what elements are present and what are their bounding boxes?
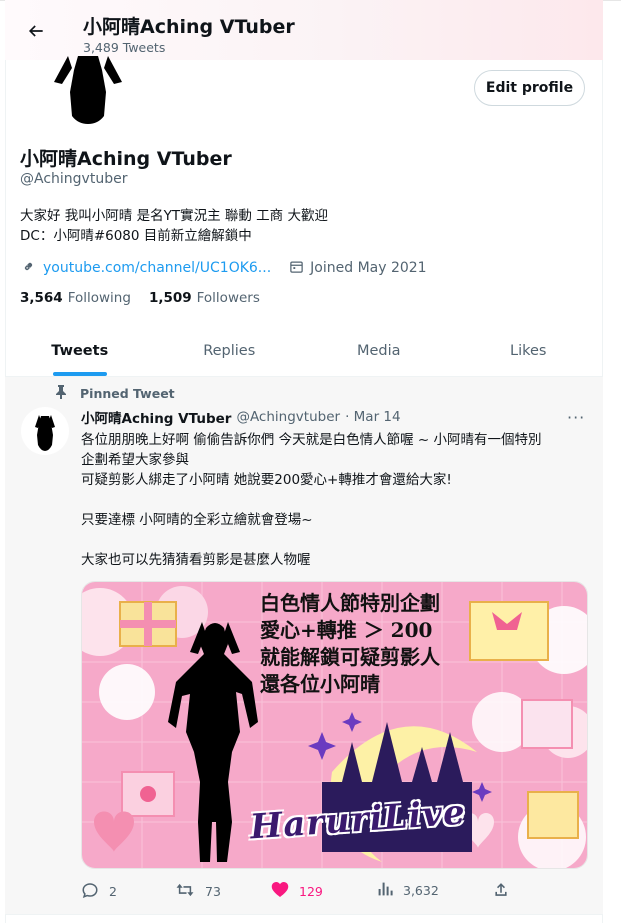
followers-link[interactable]: 1,509 Followers (149, 290, 260, 306)
like-button[interactable]: 129 (271, 881, 323, 901)
tweet-line: 可疑剪影人綁走了小阿晴 她說要200愛心+轉推才會還給大家! (81, 472, 452, 488)
tweet-header: 小阿晴Aching VTuber @Achingvtuber · Mar 14 (81, 407, 401, 427)
profile-bio: 大家好 我叫小阿晴 是名YT實況主 聯動 工商 大歡迎 DC：小阿晴#6080 … (20, 208, 328, 244)
following-link[interactable]: 3,564 Following (20, 290, 131, 306)
following-count: 3,564 (20, 290, 63, 306)
edit-profile-button[interactable]: Edit profile (474, 70, 585, 106)
profile-link[interactable]: youtube.com/channel/UC1OK6... (43, 260, 271, 276)
heart-icon (271, 881, 289, 901)
profile-header-bar: 小阿晴Aching VTuber 3,489 Tweets (5, 0, 603, 60)
profile-handle: @Achingvtuber (20, 171, 128, 187)
tweet-line (81, 530, 591, 550)
header-title: 小阿晴Aching VTuber (83, 16, 295, 38)
tweet-avatar[interactable] (21, 407, 69, 455)
tweet-line: 大家也可以先猜猜看剪影是甚麼人物喔 (81, 552, 311, 568)
calendar-icon (289, 259, 304, 278)
joined-date: Joined May 2021 (310, 260, 427, 276)
profile-meta: youtube.com/channel/UC1OK6... Joined May… (20, 258, 427, 278)
back-arrow-icon[interactable] (23, 18, 49, 44)
tab-media[interactable]: Media (304, 326, 454, 376)
tweet-image[interactable]: 白色情人節特別企劃 愛心+轉推 ＞ 200 就能解鎖可疑剪影人 還各位小阿晴 H… (81, 581, 588, 869)
tweet-line: 只要達標 小阿晴的全彩立繪就會登場~ (81, 512, 313, 528)
like-count: 129 (299, 883, 323, 899)
image-promo-text: 白色情人節特別企劃 愛心+轉推 ＞ 200 就能解鎖可疑剪影人 還各位小阿晴 (260, 591, 440, 696)
followers-label: Followers (196, 290, 260, 306)
retweet-count: 73 (205, 884, 221, 899)
tab-likes[interactable]: Likes (454, 326, 604, 376)
reply-count: 2 (109, 884, 117, 899)
tweet-line: 各位朋朋晚上好啊 偷偷告訴你們 今天就是白色情人節喔 ~ 小阿晴有一個特別 (81, 432, 542, 448)
follow-stats: 3,564 Following 1,509 Followers (20, 290, 260, 306)
retweet-icon (175, 881, 195, 902)
header-tweet-count: 3,489 Tweets (83, 40, 166, 55)
views-button[interactable]: 3,632 (377, 881, 439, 900)
profile-tabs: Tweets Replies Media Likes (5, 326, 603, 376)
tab-tweets[interactable]: Tweets (5, 326, 155, 376)
profile-name: 小阿晴Aching VTuber (20, 148, 232, 170)
share-button[interactable] (493, 881, 509, 901)
views-count: 3,632 (403, 883, 439, 898)
pinned-indicator: Pinned Tweet (55, 385, 175, 402)
tab-replies[interactable]: Replies (155, 326, 305, 376)
profile-avatar[interactable] (48, 56, 128, 126)
more-options-icon[interactable]: ··· (567, 408, 585, 427)
pin-icon (55, 385, 67, 402)
tweet-author[interactable]: 小阿晴Aching VTuber (81, 407, 231, 427)
retweet-button[interactable]: 73 (175, 881, 221, 902)
following-label: Following (67, 290, 131, 306)
share-icon (493, 881, 509, 901)
followers-count: 1,509 (148, 290, 192, 306)
reply-icon (81, 881, 99, 902)
pinned-tweet[interactable]: Pinned Tweet 小阿晴Aching VTuber @Achingvtu… (5, 376, 603, 915)
reply-button[interactable]: 2 (81, 881, 117, 902)
tweet-line (81, 490, 591, 510)
tweet-date[interactable]: · Mar 14 (345, 409, 401, 425)
pinned-label: Pinned Tweet (80, 386, 175, 401)
tweet-handle[interactable]: @Achingvtuber (236, 409, 340, 425)
tweet-line: 企劃希望大家參與 (81, 452, 189, 468)
tweet-text: 各位朋朋晚上好啊 偷偷告訴你們 今天就是白色情人節喔 ~ 小阿晴有一個特別 企劃… (81, 430, 591, 570)
views-icon (377, 881, 393, 900)
link-icon (20, 258, 37, 279)
